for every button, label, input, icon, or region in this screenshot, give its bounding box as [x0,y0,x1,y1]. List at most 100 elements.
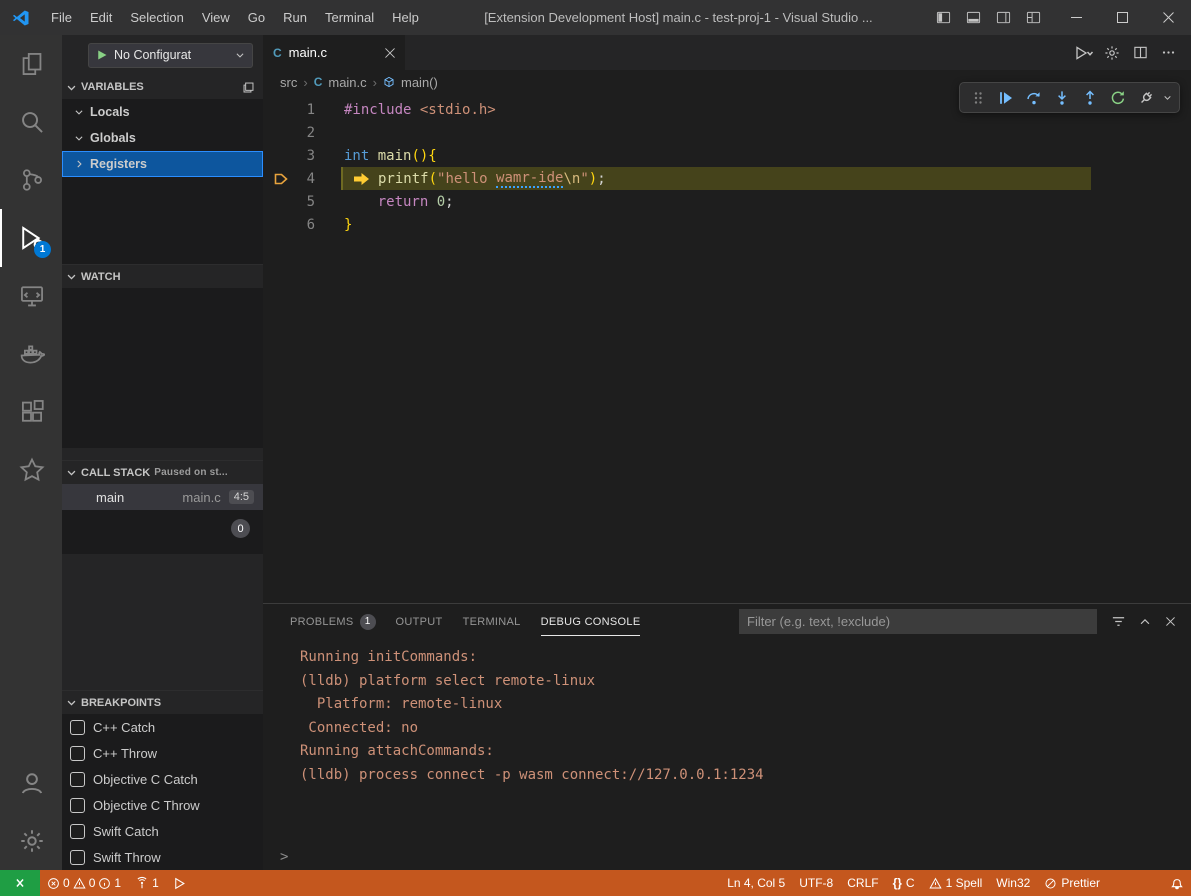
spell-checker-status[interactable]: 1 Spell [922,870,990,896]
disconnect-icon[interactable] [1133,85,1158,110]
breakpoint-checkbox[interactable] [70,746,85,761]
remote-explorer-icon[interactable] [0,267,62,325]
maximize-panel-chevron-icon[interactable] [1138,615,1152,629]
minimize-button[interactable] [1053,0,1099,35]
open-panel-icon[interactable] [242,81,255,94]
breakpoint-checkbox[interactable] [70,824,85,839]
menu-view[interactable]: View [193,0,239,35]
chevron-down-icon [235,50,245,60]
close-button[interactable] [1145,0,1191,35]
tab-close-icon[interactable] [385,48,395,58]
debug-console-input[interactable]: > [263,844,1191,870]
tab-main-c[interactable]: C main.c [263,35,405,70]
account-icon[interactable] [0,754,62,812]
continue-icon[interactable] [993,85,1018,110]
menu-edit[interactable]: Edit [81,0,121,35]
settings-gear-icon[interactable] [0,812,62,870]
panel-tab-output[interactable]: OUTPUT [386,604,453,639]
breakpoint-checkbox[interactable] [70,720,85,735]
editor-actions [1071,35,1191,70]
menu-run[interactable]: Run [274,0,316,35]
variables-item-registers[interactable]: Registers [62,151,263,177]
ports-status[interactable]: 1 [128,870,166,896]
breadcrumb-symbol[interactable]: main() [401,75,438,90]
call-stack-section-header[interactable]: CALL STACK Paused on st... [62,460,263,484]
debug-config-dropdown[interactable]: No Configurat [88,43,253,68]
code-text [341,121,1191,144]
toolbar-grip[interactable] [965,85,990,110]
breakpoint-row[interactable]: Swift Catch [62,818,263,844]
problems-status[interactable]: 0 0 1 [40,870,128,896]
language-mode[interactable]: {} C [886,870,922,896]
code-line: 4printf("hello wamr-ide\n"); [263,167,1191,190]
formatter-status[interactable]: Prettier [1037,870,1107,896]
code-token: printf [378,171,429,187]
braces-icon: {} [893,876,902,890]
close-panel-icon[interactable] [1164,615,1177,628]
run-and-debug-icon[interactable]: 1 [0,209,62,267]
panel-tab-problems[interactable]: PROBLEMS1 [280,604,386,639]
step-out-icon[interactable] [1077,85,1102,110]
maximize-button[interactable] [1099,0,1145,35]
cursor-position[interactable]: Ln 4, Col 5 [720,870,792,896]
run-or-debug-icon[interactable] [1071,40,1097,66]
breadcrumb-file[interactable]: main.c [328,75,366,90]
toggle-secondary-sidebar-icon[interactable] [989,4,1017,32]
code-token: wamr-ide [496,170,563,188]
watch-section-header[interactable]: WATCH [62,264,263,288]
stack-frame-arrow-icon[interactable] [263,173,293,185]
breakpoints-section-header[interactable]: BREAKPOINTS [62,690,263,714]
code-text: return 0; [341,190,1191,213]
variables-item-globals[interactable]: Globals [62,125,263,151]
panel-tab-debug-console[interactable]: DEBUG CONSOLE [531,604,651,639]
step-over-icon[interactable] [1021,85,1046,110]
panel-tab-terminal[interactable]: TERMINAL [453,604,531,639]
breakpoint-checkbox[interactable] [70,798,85,813]
step-into-icon[interactable] [1049,85,1074,110]
frame-file: main.c [182,490,220,505]
breakpoint-row[interactable]: Swift Throw [62,844,263,870]
remote-indicator[interactable] [0,870,40,896]
variables-section-header[interactable]: VARIABLES [62,75,263,99]
menu-go[interactable]: Go [239,0,274,35]
customize-layout-icon[interactable] [1019,4,1047,32]
encoding-status[interactable]: UTF-8 [792,870,840,896]
notifications-bell-icon[interactable] [1163,870,1191,896]
eol-status[interactable]: CRLF [840,870,885,896]
debug-session-chevron-icon[interactable] [1161,85,1174,110]
menu-selection[interactable]: Selection [121,0,192,35]
menu-help[interactable]: Help [383,0,428,35]
menu-terminal[interactable]: Terminal [316,0,383,35]
menu-file[interactable]: File [42,0,81,35]
extensions-icon[interactable] [0,383,62,441]
bottom-panel: PROBLEMS1OUTPUTTERMINALDEBUG CONSOLE Run… [263,603,1191,870]
debug-console-output[interactable]: Running initCommands:(lldb) platform sel… [263,639,1191,844]
star-icon[interactable] [0,441,62,499]
breakpoint-row[interactable]: Objective C Throw [62,792,263,818]
call-stack-frame-row[interactable]: main main.c 4:5 [62,484,263,510]
docker-icon[interactable] [0,325,62,383]
explorer-icon[interactable] [0,35,62,93]
breadcrumb-folder[interactable]: src [280,75,297,90]
split-editor-icon[interactable] [1127,40,1153,66]
editor-settings-gear-icon[interactable] [1099,40,1125,66]
breakpoint-checkbox[interactable] [70,850,85,865]
toggle-panel-icon[interactable] [959,4,987,32]
search-icon[interactable] [0,93,62,151]
breakpoint-checkbox[interactable] [70,772,85,787]
breakpoint-row[interactable]: C++ Throw [62,740,263,766]
variable-scope-label: Registers [90,157,147,171]
platform-status[interactable]: Win32 [989,870,1037,896]
breakpoint-row[interactable]: Objective C Catch [62,766,263,792]
toggle-sidebar-icon[interactable] [929,4,957,32]
variables-item-locals[interactable]: Locals [62,99,263,125]
filter-icon[interactable] [1111,614,1126,629]
restart-icon[interactable] [1105,85,1130,110]
more-actions-icon[interactable] [1155,40,1181,66]
code-token: 0 [437,194,445,210]
source-control-icon[interactable] [0,151,62,209]
breakpoint-row[interactable]: C++ Catch [62,714,263,740]
debug-console-filter-input[interactable] [739,609,1097,634]
code-editor[interactable]: 1#include <stdio.h>23int main(){4printf(… [263,94,1191,603]
debug-status[interactable] [166,870,193,896]
